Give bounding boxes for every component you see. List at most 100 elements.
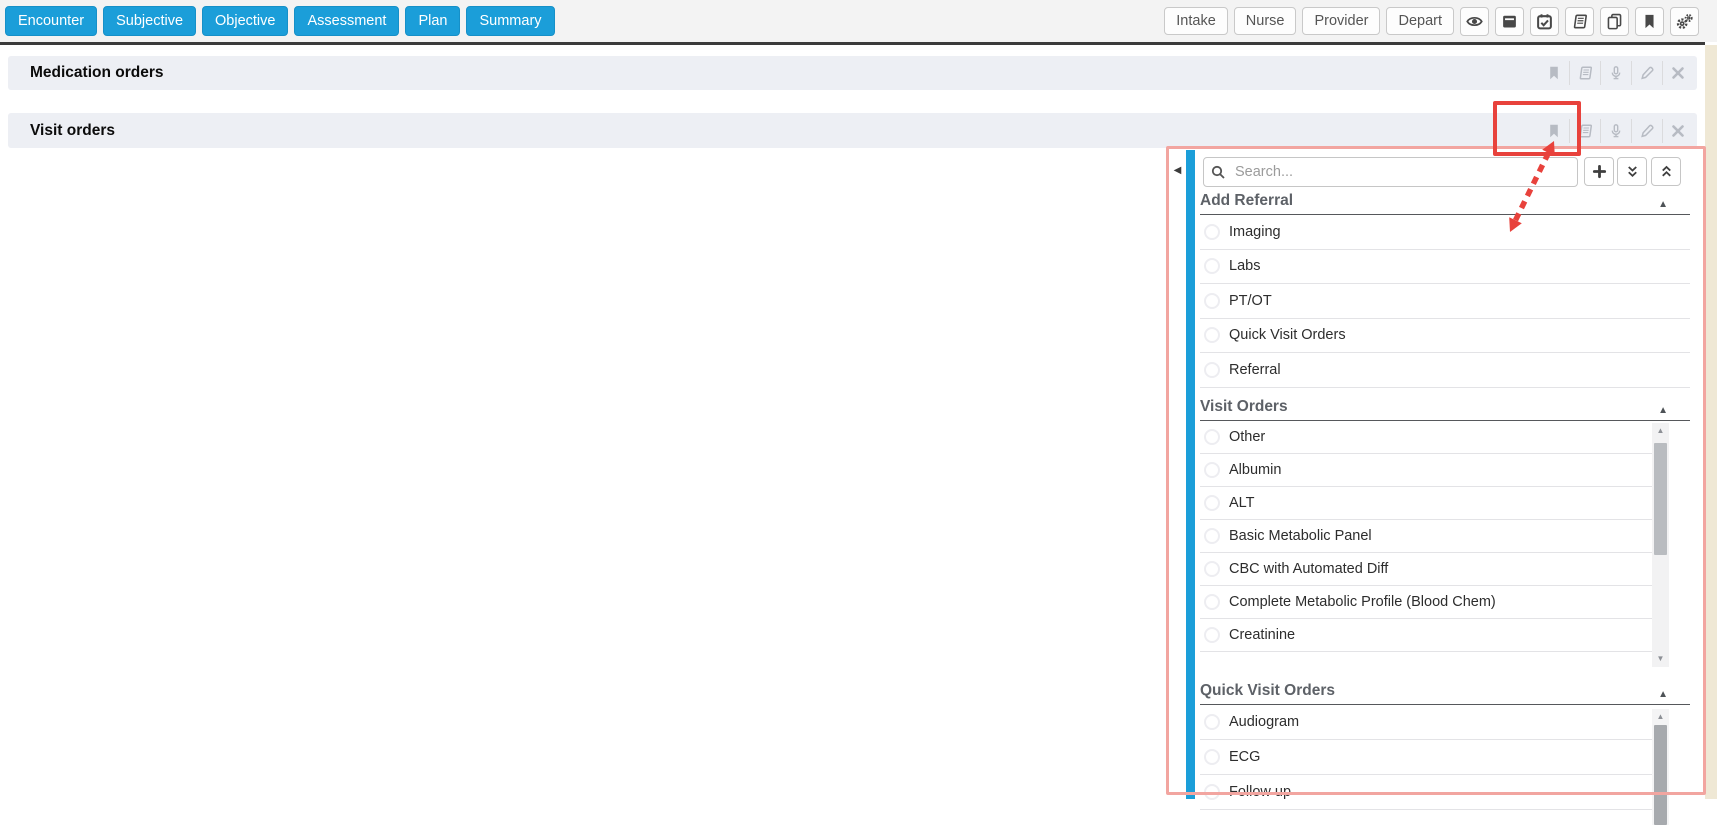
bookmark-button[interactable] (1635, 7, 1664, 36)
collapse-caret-icon[interactable]: ▲ (1658, 689, 1690, 700)
scrollbar-thumb[interactable] (1654, 443, 1667, 555)
item-label: Referral (1229, 362, 1281, 378)
list-item[interactable]: Other (1200, 421, 1655, 454)
eye-button[interactable] (1460, 7, 1489, 36)
item-radio (1204, 561, 1220, 577)
gears-icon (1676, 13, 1693, 30)
item-label: Follow up (1229, 784, 1291, 800)
tab-subjective[interactable]: Subjective (103, 6, 196, 36)
item-radio (1204, 429, 1220, 445)
tab-plan[interactable]: Plan (405, 6, 460, 36)
item-label: Imaging (1229, 224, 1281, 240)
item-radio (1204, 293, 1220, 309)
panel-collapse-handle[interactable]: ◀ (1171, 163, 1184, 179)
tab-objective[interactable]: Objective (202, 6, 288, 36)
scroll-up-icon[interactable]: ▲ (1652, 424, 1669, 437)
intake-button[interactable]: Intake (1164, 7, 1228, 35)
section-actions (1538, 119, 1693, 143)
archive-button[interactable] (1495, 7, 1524, 36)
pencil-icon[interactable] (1631, 119, 1662, 143)
list-item[interactable]: ALT (1200, 487, 1655, 520)
group-title: Add Referral (1200, 192, 1293, 210)
add-order-button[interactable] (1584, 157, 1614, 186)
section-actions (1538, 61, 1693, 85)
top-toolbar: Encounter Subjective Objective Assessmen… (0, 0, 1717, 42)
list-item[interactable]: Labs (1200, 250, 1690, 285)
group-header-add-referral[interactable]: Add Referral ▲ (1200, 192, 1690, 215)
book-icon[interactable] (1569, 119, 1600, 143)
nurse-button[interactable]: Nurse (1234, 7, 1297, 35)
collapse-caret-icon[interactable]: ▲ (1658, 199, 1690, 210)
list-item[interactable]: Creatinine (1200, 619, 1655, 652)
toolbar-divider (0, 42, 1705, 45)
search-input[interactable] (1203, 157, 1578, 187)
list-item[interactable]: PT/OT (1200, 284, 1690, 319)
microphone-icon[interactable] (1600, 119, 1631, 143)
group-header-quick-visit-orders[interactable]: Quick Visit Orders ▲ (1200, 668, 1690, 705)
scroll-down-icon[interactable]: ▼ (1652, 652, 1669, 665)
double-chevron-up-icon (1659, 164, 1674, 179)
list-item[interactable]: ECG (1200, 740, 1655, 775)
microphone-icon[interactable] (1600, 61, 1631, 85)
section-title: Visit orders (30, 122, 115, 140)
list-item[interactable]: Imaging (1200, 215, 1690, 250)
plus-icon (1592, 164, 1607, 179)
eye-icon (1466, 13, 1483, 30)
quick-visit-orders-list: Audiogram ECG Follow up ▲ (1200, 705, 1690, 825)
item-label: Other (1229, 429, 1265, 445)
bookmark-icon[interactable] (1538, 61, 1569, 85)
collapse-caret-icon[interactable]: ▲ (1658, 405, 1690, 416)
list-item[interactable]: Albumin (1200, 454, 1655, 487)
scrollbar[interactable]: ▲ ▼ (1652, 423, 1669, 667)
depart-button[interactable]: Depart (1386, 7, 1454, 35)
bookmark-icon[interactable] (1538, 119, 1569, 143)
tab-summary[interactable]: Summary (466, 6, 554, 36)
close-icon[interactable] (1662, 61, 1693, 85)
item-label: ALT (1229, 495, 1255, 511)
list-item[interactable]: CBC with Automated Diff (1200, 553, 1655, 586)
collapse-all-button[interactable] (1617, 157, 1647, 186)
expand-all-button[interactable] (1651, 157, 1681, 186)
list-item[interactable]: Follow up (1200, 775, 1655, 810)
section-title: Medication orders (30, 64, 164, 82)
pencil-icon[interactable] (1631, 61, 1662, 85)
copy-icon (1606, 13, 1623, 30)
provider-button[interactable]: Provider (1302, 7, 1380, 35)
panel-body: Add Referral ▲ Imaging Labs PT/OT Quick … (1200, 192, 1690, 825)
item-label: Audiogram (1229, 714, 1299, 730)
add-referral-list: Imaging Labs PT/OT Quick Visit Orders Re… (1200, 215, 1690, 388)
book-icon[interactable] (1569, 61, 1600, 85)
scrollbar-thumb[interactable] (1654, 725, 1667, 825)
bookmark-icon (1641, 13, 1658, 30)
close-icon[interactable] (1662, 119, 1693, 143)
list-item[interactable]: Quick Visit Orders (1200, 319, 1690, 354)
item-radio (1204, 714, 1220, 730)
visit-orders-section-bar: Visit orders (8, 113, 1697, 148)
visit-orders-list: Other Albumin ALT Basic Metabolic Panel … (1200, 421, 1690, 668)
item-label: Complete Metabolic Profile (Blood Chem) (1229, 594, 1496, 610)
tab-assessment[interactable]: Assessment (294, 6, 399, 36)
list-item[interactable]: Referral (1200, 353, 1690, 388)
list-item[interactable]: Complete Metabolic Profile (Blood Chem) (1200, 586, 1655, 619)
orders-dropdown-panel: ◀ Add Referral ▲ Imaging Labs (1168, 147, 1698, 799)
tab-encounter[interactable]: Encounter (5, 6, 97, 36)
group-header-visit-orders[interactable]: Visit Orders ▲ (1200, 388, 1690, 421)
calendar-check-button[interactable] (1530, 7, 1559, 36)
settings-button[interactable] (1670, 7, 1699, 36)
item-radio (1204, 627, 1220, 643)
copy-button[interactable] (1600, 7, 1629, 36)
scrollbar[interactable]: ▲ (1652, 709, 1669, 825)
item-radio (1204, 784, 1220, 800)
group-title: Visit Orders (1200, 398, 1288, 416)
list-item[interactable]: Audiogram (1200, 705, 1655, 740)
book-button[interactable] (1565, 7, 1594, 36)
item-label: Basic Metabolic Panel (1229, 528, 1372, 544)
scroll-up-icon[interactable]: ▲ (1652, 710, 1669, 723)
item-radio (1204, 258, 1220, 274)
page-edge-strip (1705, 45, 1717, 799)
item-label: CBC with Automated Diff (1229, 561, 1388, 577)
item-label: Labs (1229, 258, 1260, 274)
medication-orders-section-bar: Medication orders (8, 56, 1697, 90)
list-item[interactable]: Basic Metabolic Panel (1200, 520, 1655, 553)
toolbar-right-group: Intake Nurse Provider Depart (1164, 7, 1699, 36)
